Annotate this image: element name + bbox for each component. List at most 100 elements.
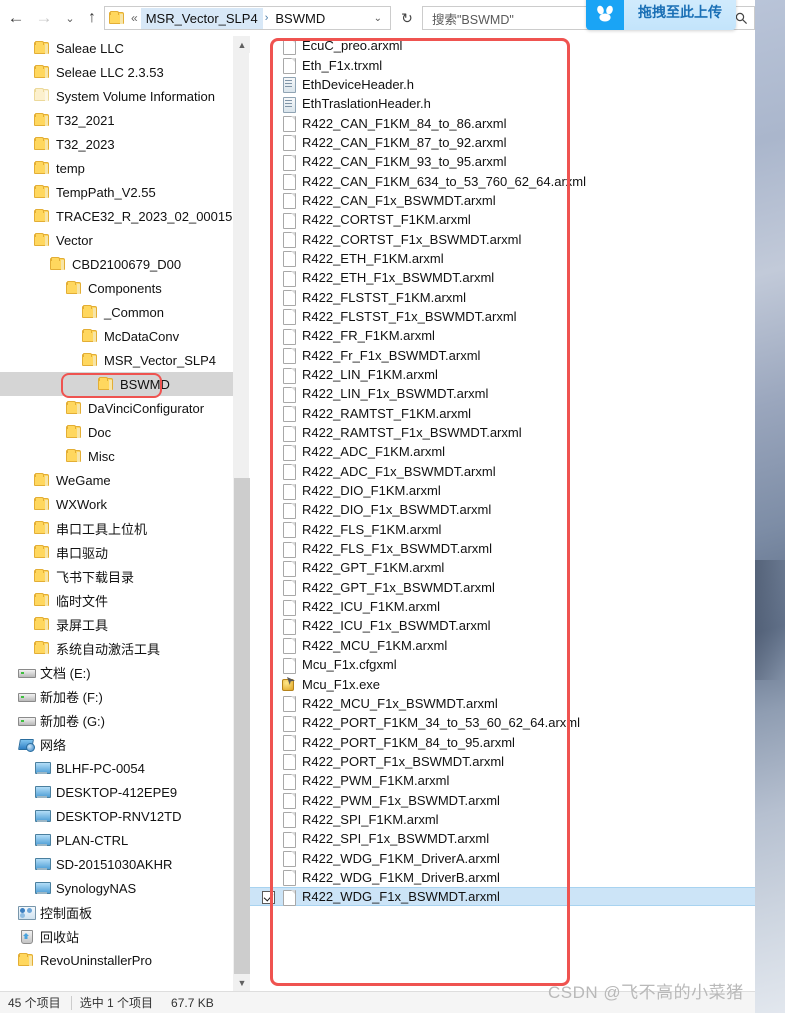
file-list-item[interactable]: R422_CAN_F1KM_634_to_53_760_62_64.arxml: [250, 171, 755, 191]
forward-icon[interactable]: →: [32, 6, 56, 30]
sidebar-item-doc[interactable]: Doc: [0, 420, 233, 444]
file-list-pane[interactable]: EcuC_preo.arxml Eth_F1x.trxml EthDeviceHea…: [250, 36, 755, 991]
back-icon[interactable]: ←: [4, 6, 28, 30]
file-list-item[interactable]: R422_CAN_F1KM_84_to_86.arxml: [250, 113, 755, 133]
file-list-item[interactable]: R422_FLSTST_F1x_BSWMDT.arxml: [250, 307, 755, 326]
file-list-item[interactable]: EthDeviceHeader.h: [250, 75, 755, 94]
sidebar-item-e[interactable]: 文档 (E:): [0, 660, 233, 684]
sidebar-item-vector[interactable]: Vector: [0, 228, 233, 252]
file-list-item[interactable]: R422_Fr_F1x_BSWMDT.arxml: [250, 346, 755, 365]
file-list-item[interactable]: R422_FLSTST_F1KM.arxml: [250, 287, 755, 307]
sidebar-item-desktop-412epe9[interactable]: DESKTOP-412EPE9: [0, 780, 233, 804]
sidebar-item-trace32-r-2023-02-00015919[interactable]: TRACE32_R_2023_02_00015919: [0, 204, 233, 228]
file-list-item[interactable]: R422_WDG_F1x_BSWMDT.arxml: [250, 887, 755, 907]
scroll-down-icon[interactable]: ▼: [234, 974, 250, 991]
file-list-item[interactable]: R422_CAN_F1KM_87_to_92.arxml: [250, 133, 755, 152]
file-list-item[interactable]: EcuC_preo.arxml: [250, 36, 755, 55]
sidebar-item-mcdataconv[interactable]: McDataConv: [0, 324, 233, 348]
sidebar-item-blhf-pc-0054[interactable]: BLHF-PC-0054: [0, 756, 233, 780]
scrollbar-thumb[interactable]: [234, 478, 250, 985]
sidebar-item-msr-vector-slp4[interactable]: MSR_Vector_SLP4: [0, 348, 233, 372]
file-list-item[interactable]: R422_ICU_F1KM.arxml: [250, 597, 755, 616]
sidebar-item-f[interactable]: 新加卷 (F:): [0, 684, 233, 708]
file-list-item[interactable]: Mcu_F1x.exe: [250, 674, 755, 693]
file-list-item[interactable]: R422_WDG_F1KM_DriverA.arxml: [250, 848, 755, 868]
sidebar-item-plan-ctrl[interactable]: PLAN-CTRL: [0, 828, 233, 852]
file-list-item[interactable]: R422_ICU_F1x_BSWMDT.arxml: [250, 616, 755, 635]
breadcrumb-overflow-icon[interactable]: «: [128, 11, 141, 25]
file-list-item[interactable]: R422_RAMTST_F1x_BSWMDT.arxml: [250, 423, 755, 442]
sidebar-item-[interactable]: 系统自动激活工具: [0, 636, 233, 660]
baidu-netdisk-upload-overlay[interactable]: 拖拽至此上传: [586, 0, 736, 30]
scroll-up-icon[interactable]: ▲: [234, 36, 250, 53]
file-list-item[interactable]: R422_CAN_F1KM_93_to_95.arxml: [250, 152, 755, 171]
file-list-item[interactable]: R422_PORT_F1KM_34_to_53_60_62_64.arxml: [250, 713, 755, 732]
file-list-item[interactable]: R422_CORTST_F1x_BSWMDT.arxml: [250, 229, 755, 249]
sidebar-item-desktop-rnv12td[interactable]: DESKTOP-RNV12TD: [0, 804, 233, 828]
sidebar-item-t32-2021[interactable]: T32_2021: [0, 108, 233, 132]
file-list-item[interactable]: R422_ADC_F1KM.arxml: [250, 442, 755, 461]
sidebar-item-[interactable]: 录屏工具: [0, 612, 233, 636]
sidebar-item-misc[interactable]: Misc: [0, 444, 233, 468]
sidebar-item-t32-2023[interactable]: T32_2023: [0, 132, 233, 156]
sidebar-item-[interactable]: 网络: [0, 732, 233, 756]
file-list-item[interactable]: EthTraslationHeader.h: [250, 94, 755, 113]
sidebar-item-sd-20151030akhr[interactable]: SD-20151030AKHR: [0, 852, 233, 876]
file-list-item[interactable]: R422_LIN_F1x_BSWMDT.arxml: [250, 384, 755, 403]
file-list-item[interactable]: R422_ADC_F1x_BSWMDT.arxml: [250, 462, 755, 481]
file-list-item[interactable]: R422_ETH_F1KM.arxml: [250, 249, 755, 268]
file-list-item[interactable]: R422_FLS_F1x_BSWMDT.arxml: [250, 539, 755, 558]
sidebar-item-[interactable]: 回收站: [0, 924, 233, 948]
sidebar-item-saleae-llc[interactable]: Saleae LLC: [0, 36, 233, 60]
sidebar-item-g[interactable]: 新加卷 (G:): [0, 708, 233, 732]
file-list-item[interactable]: R422_SPI_F1KM.arxml: [250, 810, 755, 829]
file-list-item[interactable]: R422_FLS_F1KM.arxml: [250, 520, 755, 539]
file-list-item[interactable]: R422_FR_F1KM.arxml: [250, 326, 755, 345]
file-list-item[interactable]: R422_PORT_F1KM_84_to_95.arxml: [250, 732, 755, 752]
breadcrumb-separator-icon[interactable]: ›: [263, 12, 271, 24]
file-list-item[interactable]: R422_PWM_F1KM.arxml: [250, 771, 755, 790]
breadcrumb-parent[interactable]: MSR_Vector_SLP4: [140, 7, 263, 29]
sidebar-item-[interactable]: 临时文件: [0, 588, 233, 612]
sidebar-item-[interactable]: 飞书下载目录: [0, 564, 233, 588]
address-chevron-down-icon[interactable]: ⌄: [370, 13, 390, 24]
breadcrumb-current[interactable]: BSWMD: [270, 8, 330, 29]
sidebar-item-[interactable]: 串口驱动: [0, 540, 233, 564]
file-list-item[interactable]: R422_SPI_F1x_BSWMDT.arxml: [250, 829, 755, 848]
sidebar-item-synologynas[interactable]: SynologyNAS: [0, 876, 233, 900]
address-bar[interactable]: « MSR_Vector_SLP4 › BSWMD ⌄: [104, 6, 391, 30]
sidebar-item-common[interactable]: _Common: [0, 300, 233, 324]
sidebar-item-revouninstallerpro[interactable]: RevoUninstallerPro: [0, 948, 233, 972]
sidebar-item-bswmd[interactable]: BSWMD: [0, 372, 233, 396]
sidebar-item-davinciconfigurator[interactable]: DaVinciConfigurator: [0, 396, 233, 420]
recent-locations-chevron-down-icon[interactable]: ⌄: [58, 6, 82, 30]
sidebar-item-components[interactable]: Components: [0, 276, 233, 300]
sidebar-item-system-volume-information[interactable]: System Volume Information: [0, 84, 233, 108]
refresh-icon[interactable]: ↻: [396, 6, 418, 30]
file-list-item[interactable]: R422_MCU_F1KM.arxml: [250, 636, 755, 655]
tree-scrollbar[interactable]: ▲ ▼: [233, 36, 250, 991]
sidebar-item-wegame[interactable]: WeGame: [0, 468, 233, 492]
file-list-item[interactable]: R422_CORTST_F1KM.arxml: [250, 210, 755, 229]
file-list-item[interactable]: R422_LIN_F1KM.arxml: [250, 365, 755, 384]
file-list-item[interactable]: R422_RAMTST_F1KM.arxml: [250, 404, 755, 423]
file-list-item[interactable]: R422_DIO_F1KM.arxml: [250, 481, 755, 500]
sidebar-item-seleae-llc-2-3-53[interactable]: Seleae LLC 2.3.53: [0, 60, 233, 84]
sidebar-item-[interactable]: 控制面板: [0, 900, 233, 924]
sidebar-item-[interactable]: 串口工具上位机: [0, 516, 233, 540]
file-checkbox[interactable]: [262, 891, 275, 905]
file-list-item[interactable]: R422_PWM_F1x_BSWMDT.arxml: [250, 790, 755, 810]
file-list-item[interactable]: R422_MCU_F1x_BSWMDT.arxml: [250, 694, 755, 713]
file-list-item[interactable]: R422_ETH_F1x_BSWMDT.arxml: [250, 268, 755, 287]
file-list-item[interactable]: Eth_F1x.trxml: [250, 55, 755, 75]
navigation-tree-pane[interactable]: Saleae LLC Seleae LLC 2.3.53 System Volume…: [0, 36, 233, 991]
sidebar-item-temp[interactable]: temp: [0, 156, 233, 180]
file-list-item[interactable]: R422_CAN_F1x_BSWMDT.arxml: [250, 191, 755, 210]
file-list-item[interactable]: Mcu_F1x.cfgxml: [250, 655, 755, 674]
sidebar-item-wxwork[interactable]: WXWork: [0, 492, 233, 516]
file-list-item[interactable]: R422_GPT_F1x_BSWMDT.arxml: [250, 578, 755, 597]
file-list-item[interactable]: R422_GPT_F1KM.arxml: [250, 558, 755, 577]
file-list-item[interactable]: R422_DIO_F1x_BSWMDT.arxml: [250, 500, 755, 519]
up-one-level-icon[interactable]: ↑: [80, 6, 104, 30]
sidebar-item-cbd2100679-d00[interactable]: CBD2100679_D00: [0, 252, 233, 276]
